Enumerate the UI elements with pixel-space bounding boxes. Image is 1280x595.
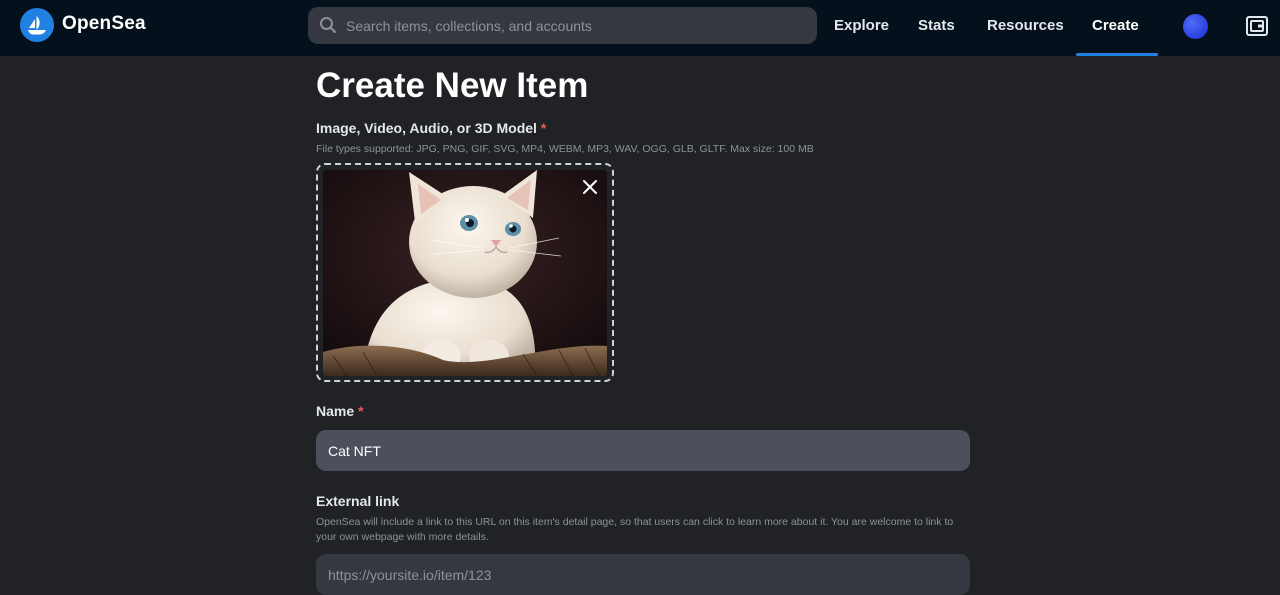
external-link-hint: OpenSea will include a link to this URL … <box>316 516 954 543</box>
external-link-field[interactable] <box>316 554 970 595</box>
search-bar[interactable] <box>308 7 817 44</box>
media-label-text: Image, Video, Audio, or 3D Model <box>316 120 537 136</box>
nav-stats[interactable]: Stats <box>918 17 955 34</box>
name-field[interactable] <box>316 430 970 471</box>
search-icon <box>320 17 336 33</box>
required-mark: * <box>540 120 547 136</box>
nav-explore[interactable]: Explore <box>834 17 889 34</box>
media-label: Image, Video, Audio, or 3D Model * <box>316 120 546 136</box>
cat-image-preview <box>323 170 607 376</box>
nav-create[interactable]: Create <box>1092 17 1139 34</box>
avatar[interactable] <box>1183 14 1208 39</box>
required-mark: * <box>358 403 364 419</box>
external-link-label: External link <box>316 493 400 509</box>
opensea-logo-icon[interactable] <box>20 8 54 42</box>
close-icon[interactable] <box>580 177 600 197</box>
media-dropzone[interactable] <box>316 163 614 382</box>
name-label-text: Name <box>316 403 355 419</box>
page-title: Create New Item <box>316 66 589 105</box>
brand-name[interactable]: OpenSea <box>62 13 146 35</box>
wallet-icon[interactable] <box>1245 14 1269 38</box>
file-types-hint: File types supported: JPG, PNG, GIF, SVG… <box>316 143 814 155</box>
nav-resources[interactable]: Resources <box>987 17 1064 34</box>
search-input[interactable] <box>346 7 806 44</box>
name-label: Name * <box>316 403 364 419</box>
top-navbar: OpenSea Explore Stats Resources Create <box>0 0 1280 56</box>
active-tab-indicator <box>1076 53 1158 56</box>
